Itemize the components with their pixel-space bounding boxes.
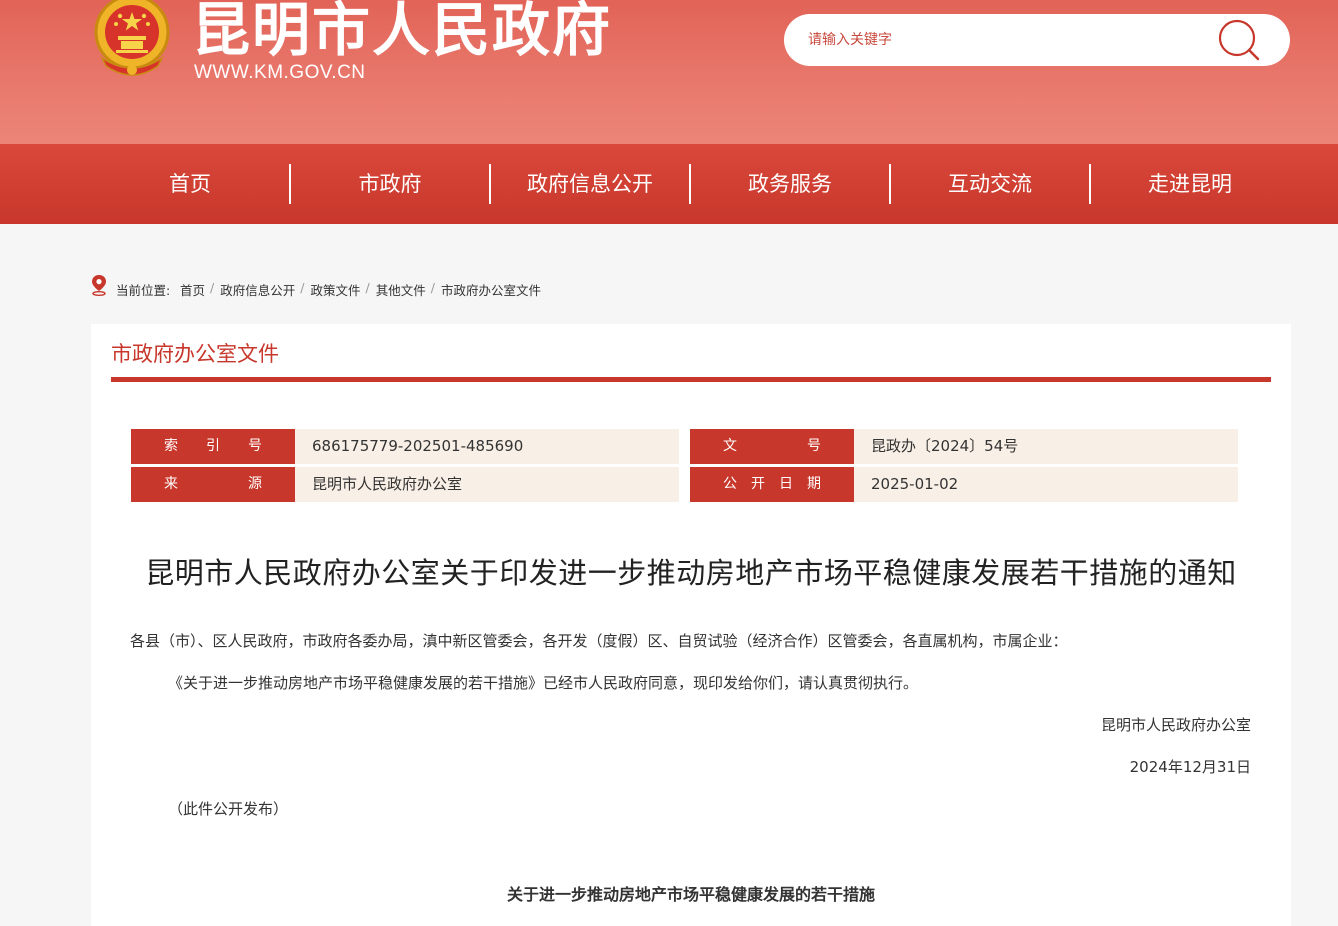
- breadcrumb-link-home[interactable]: 首页: [180, 280, 205, 299]
- meta-docno-label: 文 号: [690, 429, 854, 464]
- nav-item-about-kunming[interactable]: 走进昆明: [1090, 144, 1290, 224]
- meta-source-label: 来 源: [131, 467, 295, 502]
- meta-index-row: 索 引 号 686175779-202501-485690: [131, 429, 679, 464]
- meta-date-row: 公 开 日 期 2025-01-02: [690, 467, 1239, 502]
- document-title: 昆明市人民政府办公室关于印发进一步推动房地产市场平稳健康发展若干措施的通知: [145, 556, 1237, 590]
- breadcrumb-label: 当前位置:: [116, 283, 171, 298]
- main-nav: 首页 市政府 政府信息公开 政务服务 互动交流 走进昆明: [0, 144, 1338, 224]
- breadcrumb-links: 首页 / 政府信息公开 / 政策文件 / 其他文件 / 市政府办公室文件: [180, 280, 541, 299]
- breadcrumb-separator: /: [300, 280, 305, 295]
- document-salutation: 各县（市）、区人民政府，市政府各委办局，滇中新区管委会，各开发（度假）区、自贸试…: [130, 632, 1068, 650]
- search-input[interactable]: [808, 14, 1208, 66]
- breadcrumb-separator: /: [430, 280, 435, 295]
- site-header: 昆明市人民政府 WWW.KM.GOV.CN: [0, 0, 1338, 144]
- search-box: [784, 14, 1290, 66]
- meta-date-value: 2025-01-02: [854, 467, 1238, 502]
- meta-index-value: 686175779-202501-485690: [295, 429, 679, 464]
- meta-docno-row: 文 号 昆政办〔2024〕54号: [690, 429, 1239, 464]
- document-body: 《关于进一步推动房地产市场平稳健康发展的若干措施》已经市人民政府同意，现印发给你…: [168, 674, 919, 692]
- nav-item-information-disclosure[interactable]: 政府信息公开: [490, 144, 690, 224]
- site-title[interactable]: 昆明市人民政府: [192, 0, 612, 66]
- nav-item-government-services[interactable]: 政务服务: [690, 144, 890, 224]
- nav-item-city-government[interactable]: 市政府: [290, 144, 490, 224]
- document-attachment-title: 关于进一步推动房地产市场平稳健康发展的若干措施: [506, 885, 875, 904]
- meta-index-label: 索 引 号: [131, 429, 295, 464]
- meta-source-value: 昆明市人民政府办公室: [295, 467, 679, 502]
- meta-docno-value: 昆政办〔2024〕54号: [854, 429, 1238, 464]
- breadcrumb-link-policy-documents[interactable]: 政策文件: [310, 280, 360, 299]
- document-publication-note: （此件公开发布）: [168, 800, 289, 818]
- breadcrumb-link-other-documents[interactable]: 其他文件: [376, 280, 426, 299]
- nav-item-interaction[interactable]: 互动交流: [890, 144, 1090, 224]
- meta-date-label: 公 开 日 期: [690, 467, 854, 502]
- site-url[interactable]: WWW.KM.GOV.CN: [194, 62, 366, 84]
- panel-divider: [111, 377, 1271, 382]
- location-pin-icon: [92, 275, 106, 296]
- search-icon[interactable]: [1216, 18, 1262, 62]
- meta-source-row: 来 源 昆明市人民政府办公室: [131, 467, 679, 502]
- breadcrumb-link-office-documents[interactable]: 市政府办公室文件: [441, 280, 541, 299]
- breadcrumb-link-information-disclosure[interactable]: 政府信息公开: [220, 280, 295, 299]
- breadcrumb-separator: /: [365, 280, 370, 295]
- nav-item-home[interactable]: 首页: [90, 144, 290, 224]
- national-emblem-icon: [94, 0, 170, 76]
- breadcrumb-separator: /: [210, 280, 215, 295]
- document-date: 2024年12月31日: [1129, 758, 1251, 776]
- panel-title: 市政府办公室文件: [111, 342, 279, 366]
- document-signature: 昆明市人民政府办公室: [1100, 716, 1251, 734]
- content-panel: 市政府办公室文件 索 引 号 686175779-202501-485690 文…: [91, 324, 1291, 926]
